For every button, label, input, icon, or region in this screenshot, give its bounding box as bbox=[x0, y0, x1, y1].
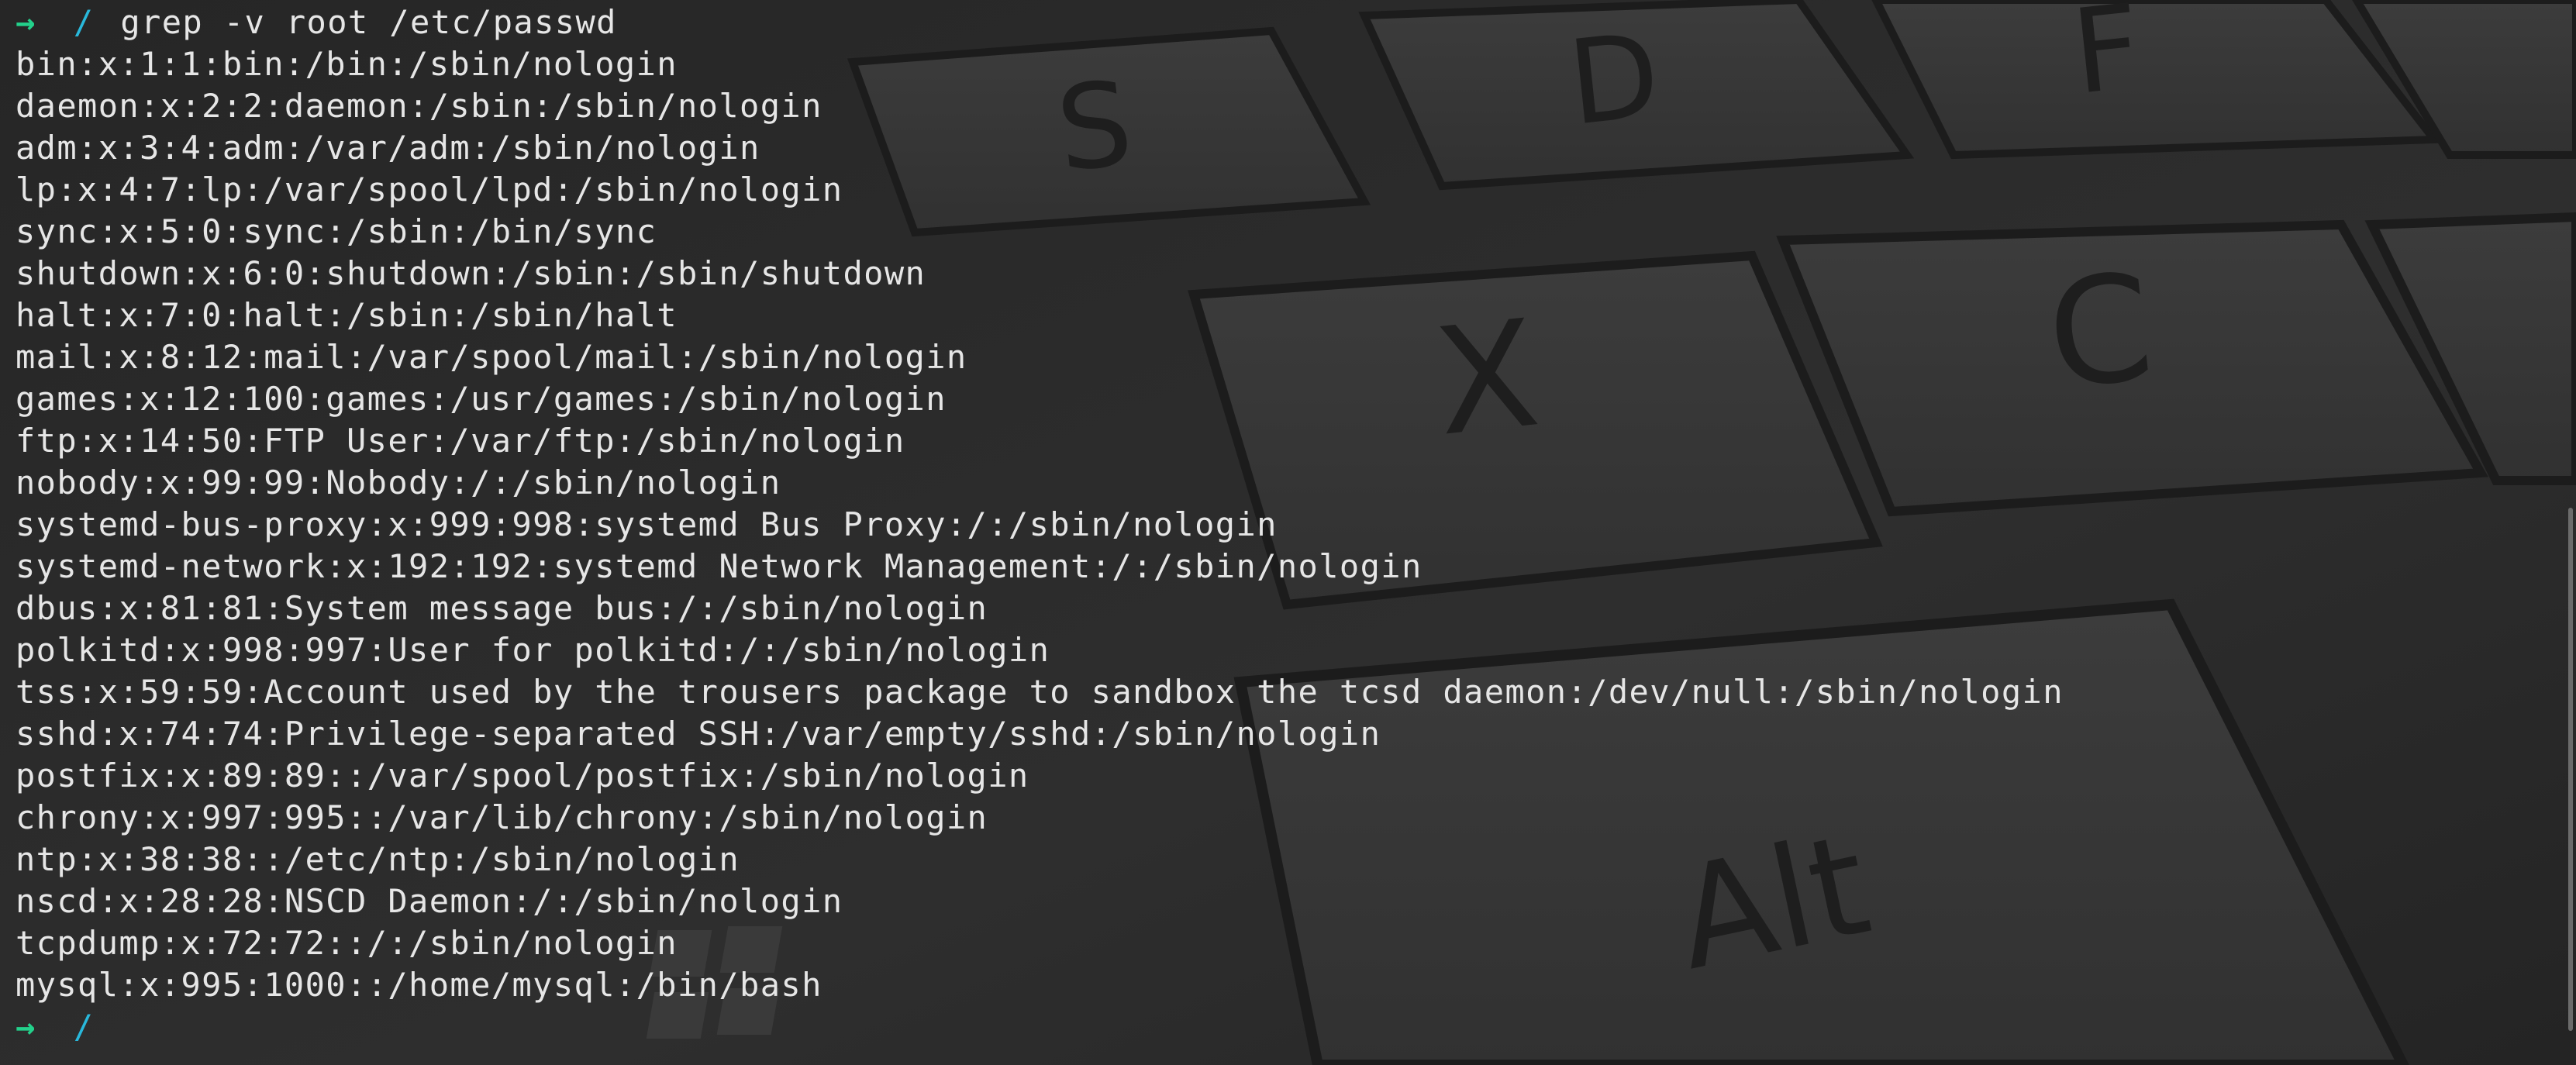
output-line: daemon:x:2:2:daemon:/sbin:/sbin/nologin bbox=[16, 87, 822, 125]
output-line: ftp:x:14:50:FTP User:/var/ftp:/sbin/nolo… bbox=[16, 422, 905, 460]
output-line: polkitd:x:998:997:User for polkitd:/:/sb… bbox=[16, 631, 1050, 669]
active-prompt-line[interactable]: → / bbox=[16, 1006, 2558, 1048]
output-line: postfix:x:89:89::/var/spool/postfix:/sbi… bbox=[16, 757, 1029, 794]
output-line: chrony:x:997:995::/var/lib/chrony:/sbin/… bbox=[16, 798, 988, 836]
output-line: bin:x:1:1:bin:/bin:/sbin/nologin bbox=[16, 45, 678, 83]
output-line: sshd:x:74:74:Privilege-separated SSH:/va… bbox=[16, 715, 1381, 753]
output-line: tss:x:59:59:Account used by the trousers… bbox=[16, 673, 2064, 711]
output-line: dbus:x:81:81:System message bus:/:/sbin/… bbox=[16, 589, 988, 627]
command-output: bin:x:1:1:bin:/bin:/sbin/nologin daemon:x… bbox=[16, 43, 2558, 1006]
output-line: sync:x:5:0:sync:/sbin:/bin/sync bbox=[16, 212, 657, 250]
output-line: nscd:x:28:28:NSCD Daemon:/:/sbin/nologin bbox=[16, 882, 843, 920]
prompt-arrow-icon: → bbox=[16, 3, 36, 41]
output-line: adm:x:3:4:adm:/var/adm:/sbin/nologin bbox=[16, 129, 760, 167]
output-line: systemd-network:x:192:192:systemd Networ… bbox=[16, 547, 1422, 585]
output-line: halt:x:7:0:halt:/sbin:/sbin/halt bbox=[16, 296, 678, 334]
output-line: ntp:x:38:38::/etc/ntp:/sbin/nologin bbox=[16, 840, 740, 878]
output-line: nobody:x:99:99:Nobody:/:/sbin/nologin bbox=[16, 464, 781, 501]
output-line: mysql:x:995:1000::/home/mysql:/bin/bash bbox=[16, 966, 822, 1004]
output-line: tcpdump:x:72:72::/:/sbin/nologin bbox=[16, 924, 678, 962]
output-line: games:x:12:100:games:/usr/games:/sbin/no… bbox=[16, 380, 947, 418]
current-directory: / bbox=[73, 3, 95, 41]
terminal-scrollbar[interactable] bbox=[2568, 508, 2573, 1031]
output-line: systemd-bus-proxy:x:999:998:systemd Bus … bbox=[16, 505, 1278, 543]
output-line: mail:x:8:12:mail:/var/spool/mail:/sbin/n… bbox=[16, 338, 967, 376]
current-directory: / bbox=[73, 1008, 95, 1046]
output-line: lp:x:4:7:lp:/var/spool/lpd:/sbin/nologin bbox=[16, 171, 843, 209]
prompt-line: → / grep -v root /etc/passwd bbox=[16, 2, 2558, 43]
prompt-arrow-icon: → bbox=[16, 1008, 36, 1046]
command-text: grep -v root /etc/passwd bbox=[120, 3, 617, 41]
output-line: shutdown:x:6:0:shutdown:/sbin:/sbin/shut… bbox=[16, 254, 926, 292]
terminal-output[interactable]: → / grep -v root /etc/passwd bin:x:1:1:bin… bbox=[0, 0, 2558, 1065]
